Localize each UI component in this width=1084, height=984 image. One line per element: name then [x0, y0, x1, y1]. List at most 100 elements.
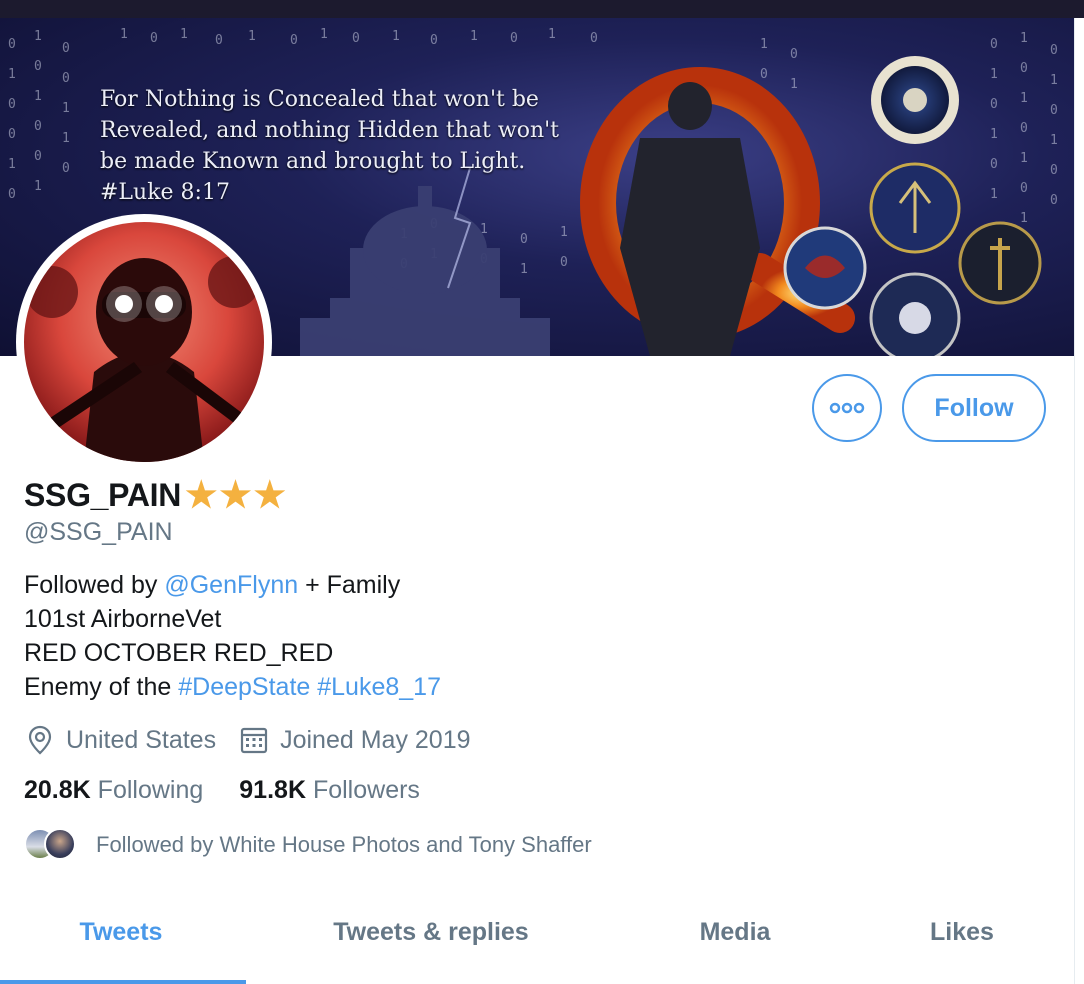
window-top-bar: [0, 0, 1084, 18]
svg-text:0: 0: [352, 31, 360, 46]
svg-text:0: 0: [1050, 163, 1058, 178]
display-name-text: SSG_PAIN: [24, 476, 182, 513]
location-item: United States: [24, 724, 216, 756]
svg-text:0: 0: [62, 41, 70, 56]
more-icon: [829, 402, 865, 414]
svg-text:0: 0: [290, 33, 298, 48]
location-pin-icon: [28, 725, 52, 755]
avatar-image: [24, 222, 264, 462]
svg-text:1: 1: [990, 127, 998, 142]
svg-text:1: 1: [470, 29, 478, 44]
svg-text:1: 1: [990, 67, 998, 82]
svg-text:1: 1: [392, 29, 400, 44]
location-text: United States: [66, 725, 217, 754]
tab-tweets-replies[interactable]: Tweets & replies: [290, 918, 572, 947]
banner-quote-line: #Luke 8:17: [100, 180, 230, 205]
svg-text:0: 0: [8, 37, 16, 52]
svg-text:0: 0: [560, 255, 568, 270]
profile-avatar[interactable]: [16, 214, 272, 470]
svg-text:0: 0: [34, 149, 42, 164]
svg-text:1: 1: [34, 29, 42, 44]
calendar-icon: [240, 727, 268, 754]
followed-by-row[interactable]: Followed by White House Photos and Tony …: [24, 828, 592, 862]
svg-text:0: 0: [150, 31, 158, 46]
svg-text:0: 0: [1050, 103, 1058, 118]
svg-text:0: 0: [62, 71, 70, 86]
bio-line: 101st AirborneVet: [24, 605, 222, 633]
followed-by-avatars: [24, 828, 80, 862]
following-count: 20.8K: [24, 776, 91, 804]
svg-text:1: 1: [320, 27, 328, 42]
bio-line: RED OCTOBER RED_RED: [24, 639, 334, 667]
display-name: SSG_PAIN ★★★: [24, 474, 288, 516]
mention-link-genflynn[interactable]: @GenFlynn: [164, 571, 298, 599]
svg-text:1: 1: [8, 157, 16, 172]
tab-likes[interactable]: Likes: [880, 918, 1044, 947]
svg-text:0: 0: [8, 97, 16, 112]
followers-count: 91.8K: [239, 776, 306, 804]
svg-text:0: 0: [215, 33, 223, 48]
svg-text:1: 1: [1020, 151, 1028, 166]
tab-media[interactable]: Media: [650, 918, 820, 947]
svg-text:0: 0: [990, 37, 998, 52]
svg-text:1: 1: [62, 101, 70, 116]
svg-text:1: 1: [120, 27, 128, 42]
tab-tweets[interactable]: Tweets: [0, 918, 242, 947]
following-link[interactable]: 20.8K Following: [24, 776, 203, 805]
more-options-button[interactable]: [812, 374, 882, 442]
svg-text:1: 1: [34, 89, 42, 104]
svg-text:0: 0: [62, 161, 70, 176]
followers-link[interactable]: 91.8K Followers: [239, 776, 420, 805]
bio-line: Followed by @GenFlynn + Family: [24, 568, 441, 602]
svg-text:1: 1: [560, 225, 568, 240]
svg-text:1: 1: [990, 187, 998, 202]
bio-text: Enemy of the: [24, 673, 179, 701]
hashtag-link-deepstate[interactable]: #DeepState: [178, 673, 310, 701]
followers-label: Followers: [312, 776, 420, 804]
svg-text:0: 0: [8, 127, 16, 142]
svg-text:0: 0: [34, 119, 42, 134]
svg-text:0: 0: [510, 31, 518, 46]
joined-item: Joined May 2019: [238, 724, 471, 756]
svg-text:0: 0: [1050, 193, 1058, 208]
svg-text:0: 0: [1050, 43, 1058, 58]
svg-text:0: 0: [990, 97, 998, 112]
svg-text:1: 1: [62, 131, 70, 146]
followed-by-text: Followed by White House Photos and Tony …: [96, 832, 592, 857]
svg-text:0: 0: [34, 59, 42, 74]
active-tab-indicator: [0, 980, 246, 984]
svg-text:1: 1: [520, 262, 528, 277]
svg-text:1: 1: [548, 27, 556, 42]
svg-text:0: 0: [1020, 121, 1028, 136]
follow-button[interactable]: Follow: [902, 374, 1046, 442]
profile-tabs: Tweets Tweets & replies Media Likes: [0, 900, 1074, 984]
svg-text:0: 0: [760, 67, 768, 82]
svg-text:1: 1: [8, 67, 16, 82]
svg-text:0: 0: [990, 157, 998, 172]
svg-text:0: 0: [590, 31, 598, 46]
bio-line: Enemy of the #DeepState #Luke8_17: [24, 670, 441, 704]
profile-meta: United States Joined May 2019: [24, 722, 493, 758]
svg-text:0: 0: [520, 232, 528, 247]
hashtag-link-luke8-17[interactable]: #Luke8_17: [317, 673, 441, 701]
banner-quote: For Nothing is Concealed that won't be R…: [100, 84, 590, 208]
svg-text:1: 1: [1020, 211, 1028, 226]
joined-text: Joined May 2019: [280, 725, 471, 754]
follow-counts: 20.8K Following 91.8K Followers: [24, 776, 456, 805]
svg-text:1: 1: [790, 77, 798, 92]
svg-text:0: 0: [1020, 61, 1028, 76]
page-right-border: [1074, 18, 1084, 984]
svg-text:0: 0: [430, 33, 438, 48]
banner-quote-line: For Nothing is Concealed that won't be: [100, 87, 539, 112]
banner-quote-line: Revealed, and nothing Hidden that won't: [100, 118, 560, 143]
svg-text:1: 1: [1050, 73, 1058, 88]
svg-text:1: 1: [180, 27, 188, 42]
bio-text: + Family: [298, 571, 401, 599]
bio-text: Followed by: [24, 571, 165, 599]
svg-text:1: 1: [1050, 133, 1058, 148]
user-handle: @SSG_PAIN: [24, 518, 173, 546]
avatar: [44, 828, 76, 860]
star-emoji-icons: ★★★: [185, 474, 288, 515]
svg-text:1: 1: [1020, 31, 1028, 46]
profile-bio: Followed by @GenFlynn + Family 101st Air…: [24, 568, 441, 704]
